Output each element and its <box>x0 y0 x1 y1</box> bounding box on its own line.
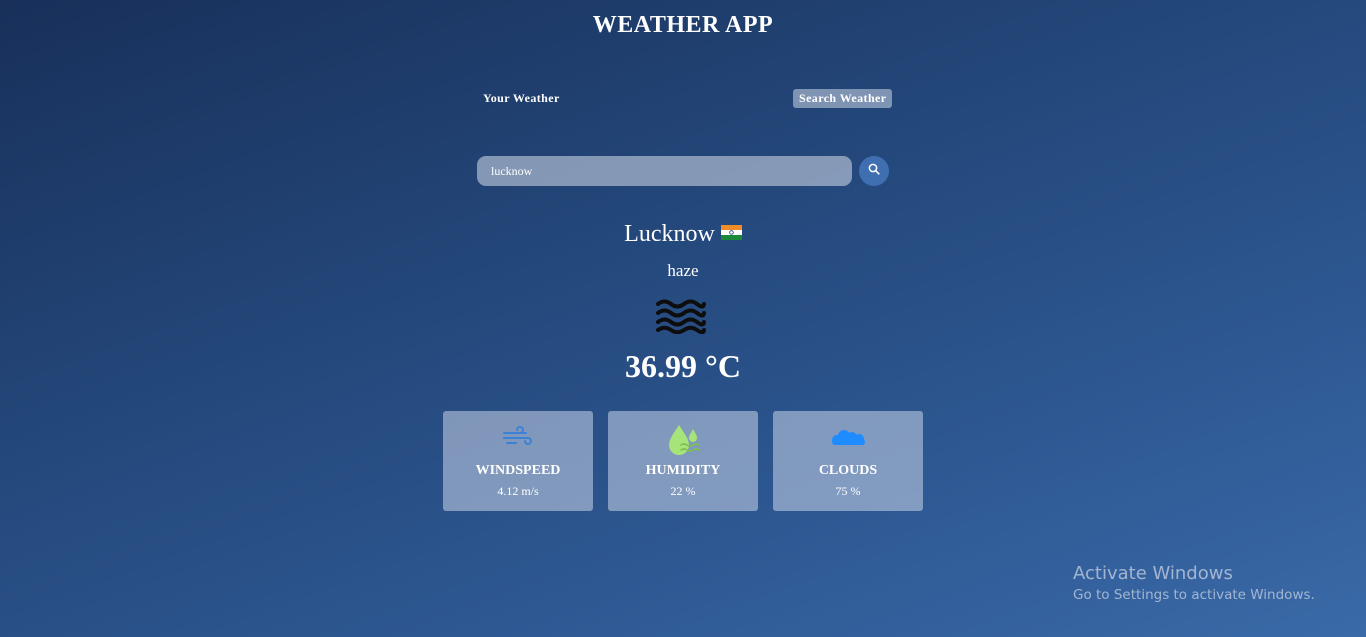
windspeed-value: 4.12 m/s <box>497 484 539 498</box>
watermark-title: Activate Windows <box>1073 563 1233 584</box>
search-button[interactable] <box>859 156 889 186</box>
wind-icon <box>443 425 593 449</box>
search-input[interactable] <box>477 156 852 186</box>
search-icon <box>868 162 880 180</box>
windspeed-card: WINDSPEED 4.12 m/s <box>443 411 593 511</box>
tab-search-weather[interactable]: Search Weather <box>793 89 893 108</box>
temperature: 36.99 °C <box>625 348 741 384</box>
clouds-card: CLOUDS 75 % <box>773 411 923 511</box>
haze-icon <box>655 298 707 339</box>
tab-your-weather[interactable]: Your Weather <box>477 89 566 108</box>
windspeed-title: WINDSPEED <box>475 463 561 478</box>
humidity-value: 22 % <box>670 484 696 498</box>
humidity-icon <box>608 425 758 457</box>
windows-activation-watermark: Activate Windows Go to Settings to activ… <box>1073 563 1315 603</box>
clouds-icon <box>773 425 923 449</box>
city-row: Lucknow <box>0 221 1366 248</box>
watermark-subtitle: Go to Settings to activate Windows. <box>1073 587 1315 603</box>
clouds-value: 75 % <box>835 484 861 498</box>
clouds-title: CLOUDS <box>818 463 878 478</box>
india-flag-icon <box>720 220 742 247</box>
app-title: WEATHER APP <box>592 12 774 38</box>
humidity-card: HUMIDITY 22 % <box>608 411 758 511</box>
humidity-title: HUMIDITY <box>645 463 721 478</box>
weather-condition: haze <box>667 261 699 280</box>
city-name: Lucknow <box>624 221 715 247</box>
